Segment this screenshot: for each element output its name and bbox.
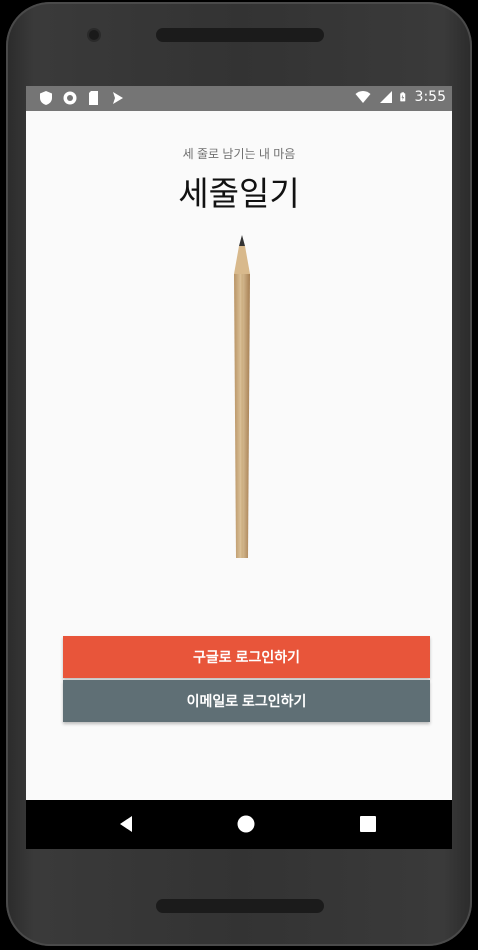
back-icon[interactable] <box>115 812 139 836</box>
email-login-button[interactable]: 이메일로 로그인하기 <box>63 680 430 722</box>
app-tagline: 세 줄로 남기는 내 마음 <box>182 147 296 161</box>
phone-frame: 3:55 세 줄로 남기는 내 마음 세줄일기 구글로 로그인하기 이메일로 로… <box>6 2 472 946</box>
status-time: 3:55 <box>414 89 446 105</box>
top-speaker-grille <box>156 28 324 42</box>
app-screen: 3:55 세 줄로 남기는 내 마음 세줄일기 구글로 로그인하기 이메일로 로… <box>26 86 452 849</box>
status-bar-notifications <box>38 90 126 106</box>
recents-icon[interactable] <box>356 812 380 836</box>
status-bar-system: 3:55 <box>355 89 446 105</box>
google-login-button[interactable]: 구글로 로그인하기 <box>63 636 430 678</box>
signal-icon <box>379 91 392 103</box>
wifi-icon <box>355 91 371 103</box>
shield-icon <box>40 91 52 105</box>
front-camera <box>89 30 99 40</box>
bottom-speaker-grille <box>156 899 324 913</box>
app-icon <box>113 92 123 104</box>
circle-icon <box>63 91 77 105</box>
status-bar: 3:55 <box>26 86 452 111</box>
home-icon[interactable] <box>234 812 258 836</box>
sim-card-icon <box>89 91 98 105</box>
pencil-illustration <box>234 235 250 558</box>
battery-icon <box>399 92 405 102</box>
navigation-bar <box>26 800 452 849</box>
app-title: 세줄일기 <box>178 175 300 212</box>
